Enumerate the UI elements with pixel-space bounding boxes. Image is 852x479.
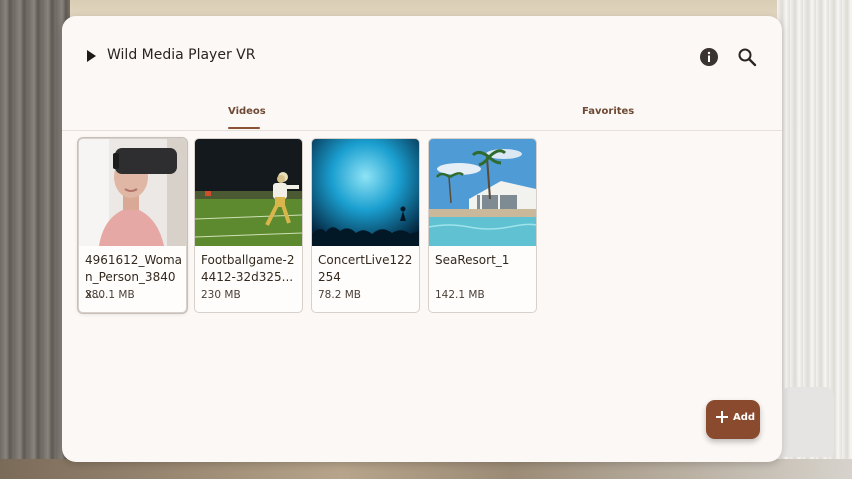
tab-divider bbox=[62, 130, 782, 131]
play-icon bbox=[87, 50, 96, 62]
video-size: 142.1 MB bbox=[435, 289, 485, 301]
tab-favorites[interactable]: Favorites bbox=[582, 106, 634, 117]
video-thumbnail-woman-vr-headset bbox=[79, 139, 186, 246]
video-size: 380.1 MB bbox=[85, 289, 135, 301]
active-tab-indicator bbox=[228, 127, 260, 129]
video-thumbnail-sea-resort-pool bbox=[429, 139, 536, 246]
info-icon[interactable] bbox=[699, 47, 719, 67]
floor bbox=[0, 459, 852, 479]
video-title: Footballgame-24412-32d325... bbox=[201, 253, 295, 284]
video-title: SeaResort_1 bbox=[435, 253, 510, 267]
plus-icon bbox=[716, 411, 728, 423]
video-card[interactable]: 4961612_Woman_Person_3840x... 380.1 MB bbox=[78, 138, 187, 313]
app-title: Wild Media Player VR bbox=[107, 47, 256, 63]
video-title: ConcertLive122254 bbox=[318, 253, 413, 284]
video-thumbnail-football-player bbox=[195, 139, 302, 246]
add-button-label: Add bbox=[733, 412, 756, 423]
video-card[interactable]: ConcertLive122254 78.2 MB bbox=[311, 138, 420, 313]
video-thumbnail-concert-crowd bbox=[312, 139, 419, 246]
tab-videos[interactable]: Videos bbox=[228, 106, 266, 117]
search-icon[interactable] bbox=[737, 47, 757, 67]
add-button[interactable]: Add bbox=[706, 400, 760, 439]
left-wall bbox=[0, 0, 70, 479]
video-size: 78.2 MB bbox=[318, 289, 361, 301]
video-size: 230 MB bbox=[201, 289, 241, 301]
media-player-window: Wild Media Player VR Videos Favorites 49… bbox=[62, 16, 782, 462]
video-card[interactable]: Footballgame-24412-32d325... 230 MB bbox=[194, 138, 303, 313]
top-app-bar: Wild Media Player VR bbox=[62, 16, 782, 96]
video-card[interactable]: SeaResort_1 142.1 MB bbox=[428, 138, 537, 313]
